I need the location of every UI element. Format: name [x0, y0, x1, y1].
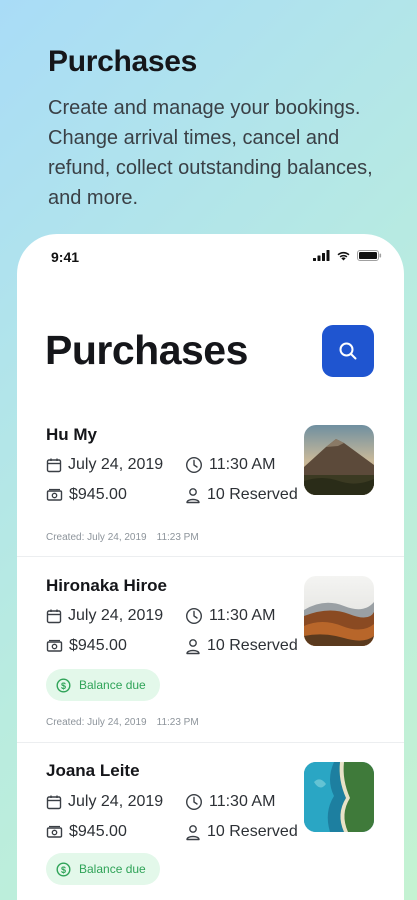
purchase-card[interactable]: Hironaka Hiroe July 24, 2019 11:30 AM $9… [17, 557, 404, 743]
svg-text:$: $ [61, 865, 66, 875]
balance-due-label: Balance due [79, 862, 146, 876]
booking-amount-text: $945.00 [69, 823, 127, 840]
created-time: 11:23 PM [156, 532, 199, 543]
booking-date: July 24, 2019 [46, 793, 163, 811]
purchases-list: Hu My July 24, 2019 11:30 AM $945.00 10 … [17, 410, 404, 900]
clock-icon [185, 456, 203, 474]
booking-amount: $945.00 [46, 637, 127, 655]
phone-screen: 9:41 Purchases Hu My July 24, 2019 11:30… [17, 234, 404, 900]
booking-time-text: 11:30 AM [209, 793, 276, 810]
mountain-photo [304, 425, 374, 495]
cash-icon [46, 639, 63, 652]
booking-date: July 24, 2019 [46, 456, 163, 474]
clock-icon [185, 793, 203, 811]
status-icons [313, 250, 382, 261]
svg-text:$: $ [61, 681, 66, 691]
balance-due-label: Balance due [79, 678, 146, 692]
reserved-count-text: 10 Reserved [207, 637, 298, 654]
cash-icon [46, 488, 63, 501]
customer-name: Joana Leite [46, 761, 140, 780]
booking-date-text: July 24, 2019 [68, 456, 164, 473]
dollar-circle-icon: $ [56, 861, 71, 877]
created-timestamp: Created: July 24, 2019 11:23 PM [46, 717, 199, 728]
autumn-forest-photo [304, 576, 374, 646]
status-bar: 9:41 [17, 234, 404, 280]
balance-due-badge: $ Balance due [46, 853, 160, 885]
calendar-icon [46, 458, 62, 473]
dollar-circle-icon: $ [56, 677, 71, 693]
battery-icon [357, 250, 382, 261]
created-time: 11:23 PM [156, 717, 199, 728]
purchase-card[interactable]: Hu My July 24, 2019 11:30 AM $945.00 10 … [17, 410, 404, 557]
customer-name: Hironaka Hiroe [46, 576, 167, 595]
booking-time: 11:30 AM [185, 456, 275, 474]
calendar-icon [46, 609, 62, 624]
purchase-card[interactable]: Joana Leite July 24, 2019 11:30 AM $945.… [17, 743, 404, 900]
balance-due-badge: $ Balance due [46, 669, 160, 701]
cash-icon [46, 825, 63, 838]
booking-date: July 24, 2019 [46, 607, 163, 625]
booking-time: 11:30 AM [185, 607, 275, 625]
calendar-icon [46, 795, 62, 810]
reserved-count: 10 Reserved [185, 486, 298, 504]
search-button[interactable] [322, 325, 374, 377]
clock-icon [185, 607, 203, 625]
created-timestamp: Created: July 24, 2019 11:23 PM [46, 532, 199, 543]
coastline-photo [304, 762, 374, 832]
booking-amount: $945.00 [46, 823, 127, 841]
cellular-signal-icon [313, 250, 330, 261]
promo-title: Purchases [48, 45, 198, 78]
reserved-count: 10 Reserved [185, 823, 298, 841]
booking-date-text: July 24, 2019 [68, 793, 164, 810]
booking-time: 11:30 AM [185, 793, 275, 811]
search-icon [339, 342, 357, 360]
wifi-icon [337, 251, 350, 261]
person-icon [186, 487, 200, 503]
booking-amount-text: $945.00 [69, 637, 127, 654]
booking-date-text: July 24, 2019 [68, 607, 164, 624]
person-icon [186, 638, 200, 654]
status-time: 9:41 [51, 249, 80, 265]
reserved-count-text: 10 Reserved [207, 486, 298, 503]
reserved-count: 10 Reserved [185, 637, 298, 655]
created-date: Created: July 24, 2019 [46, 717, 147, 728]
booking-amount-text: $945.00 [69, 486, 127, 503]
customer-name: Hu My [46, 425, 97, 444]
created-date: Created: July 24, 2019 [46, 532, 147, 543]
booking-time-text: 11:30 AM [209, 607, 276, 624]
reserved-count-text: 10 Reserved [207, 823, 298, 840]
promo-description: Create and manage your bookings. Change … [48, 97, 373, 209]
booking-amount: $945.00 [46, 486, 127, 504]
page-title: Purchases [45, 327, 248, 373]
person-icon [186, 824, 200, 840]
booking-time-text: 11:30 AM [209, 456, 276, 473]
